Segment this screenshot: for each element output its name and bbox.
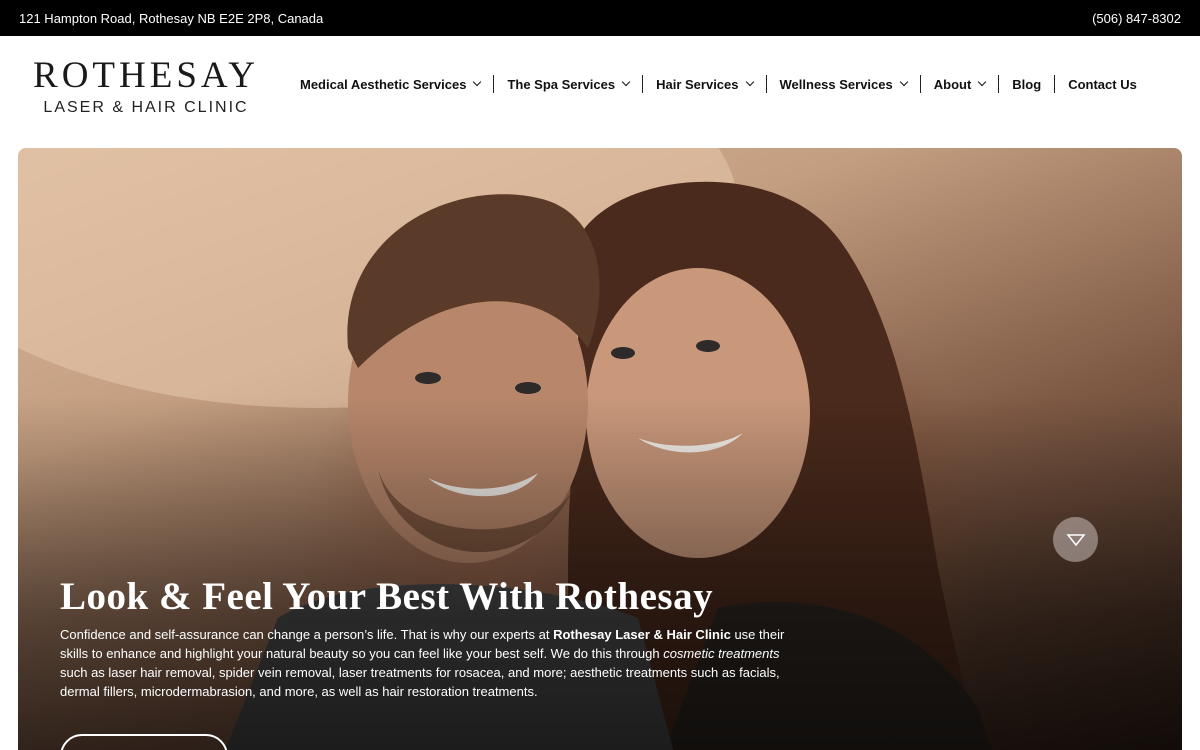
chevron-down-icon (978, 77, 987, 87)
nav-item-about[interactable]: About (933, 76, 987, 92)
top-info-bar: 121 Hampton Road, Rothesay NB E2E 2P8, C… (0, 0, 1200, 36)
nav-item-spa[interactable]: The Spa Services (507, 76, 631, 92)
logo-sub-text: LASER & HAIR CLINIC (43, 99, 249, 116)
nav-item-label: The Spa Services (507, 76, 616, 92)
chevron-down-icon (621, 77, 631, 87)
triangle-down-icon (1065, 533, 1086, 546)
nav-item-label: Contact Us (1068, 76, 1137, 92)
nav-item-wellness[interactable]: Wellness Services (779, 76, 908, 92)
hero-description: Confidence and self-assurance can change… (60, 625, 805, 701)
main-nav: Medical Aesthetic Services The Spa Servi… (300, 74, 1137, 94)
nav-item-contact[interactable]: Contact Us (1068, 77, 1137, 92)
address-text: 121 Hampton Road, Rothesay NB E2E 2P8, C… (19, 10, 324, 26)
logo-main-text: ROTHESAY (33, 55, 259, 96)
clinic-name-bold: Rothesay Laser & Hair Clinic (553, 627, 731, 642)
hero-banner: Look & Feel Your Best With Rothesay Conf… (18, 148, 1182, 750)
nav-item-blog[interactable]: Blog (1012, 77, 1041, 92)
chevron-down-icon (473, 77, 482, 87)
nav-item-hair[interactable]: Hair Services (656, 76, 754, 92)
nav-divider (1054, 75, 1056, 93)
nav-item-label: Medical Aesthetic Services (300, 76, 467, 92)
nav-item-label: Blog (1012, 76, 1042, 92)
nav-item-medical-aesthetic[interactable]: Medical Aesthetic Services (300, 76, 482, 92)
nav-divider (642, 75, 644, 93)
hero-text-part: such as laser hair removal, spider vein … (60, 665, 780, 699)
nav-divider (919, 75, 921, 93)
hero-title: Look & Feel Your Best With Rothesay (60, 575, 714, 618)
nav-item-label: Hair Services (656, 76, 739, 92)
scroll-down-button[interactable] (1053, 517, 1098, 562)
chevron-down-icon (899, 77, 908, 87)
nav-item-label: Wellness Services (779, 76, 893, 92)
hero-text-part: Confidence and self-assurance can change… (60, 627, 554, 642)
nav-divider (998, 75, 1000, 93)
site-logo[interactable]: ROTHESAY LASER & HAIR CLINIC (18, 55, 274, 118)
nav-divider (493, 75, 495, 93)
hero-cta-button[interactable] (60, 734, 228, 750)
cosmetic-treatments-italic: cosmetic treatments (663, 646, 780, 661)
nav-item-label: About (933, 76, 972, 92)
chevron-down-icon (745, 77, 754, 87)
site-header: ROTHESAY LASER & HAIR CLINIC Medical Aes… (0, 36, 1200, 148)
phone-link[interactable]: (506) 847-8302 (1092, 11, 1181, 26)
nav-divider (765, 75, 767, 93)
